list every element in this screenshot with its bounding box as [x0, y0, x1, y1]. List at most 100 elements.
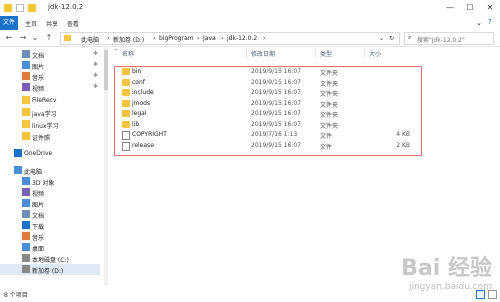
breadcrumb-separator: ›	[221, 35, 224, 42]
collapse-arrow-icon[interactable]: ^	[114, 49, 118, 55]
sidebar-item[interactable]: 本地磁盘 (C:)	[0, 253, 100, 264]
breadcrumb-bigprogram[interactable]: bigProgram	[159, 35, 194, 42]
document-icon	[22, 210, 30, 218]
sidebar-item[interactable]: 文档 ✱	[0, 49, 100, 60]
ribbon-expand-icon[interactable]: ⌄	[476, 19, 482, 27]
sidebar-item[interactable]: linux学习	[0, 119, 100, 130]
sidebar-item[interactable]: 图片	[0, 198, 100, 209]
item-count: 8 个项目	[4, 292, 28, 299]
help-icon[interactable]: ?	[488, 18, 492, 26]
folder-icon	[22, 132, 30, 140]
breadcrumb-jdk[interactable]: jdk-12.0.2	[227, 35, 257, 42]
sidebar-item-label: 桌面	[32, 246, 45, 253]
folder-icon	[22, 96, 30, 104]
forward-button[interactable]: →	[18, 33, 28, 43]
sidebar-item[interactable]: 3D 对象	[0, 176, 100, 187]
close-button[interactable]: ✕	[480, 0, 500, 16]
column-header-type[interactable]: 类型	[320, 49, 332, 58]
window-title: jdk-12.0.2	[48, 3, 84, 11]
breadcrumb-separator: ›	[197, 35, 200, 42]
breadcrumb-this-pc[interactable]: 此电脑	[81, 35, 99, 44]
explorer-icon	[4, 4, 12, 12]
pin-icon[interactable]: ✱	[93, 72, 98, 79]
sidebar-item[interactable]: 证件照	[0, 131, 100, 142]
sidebar-item[interactable]: 音乐	[0, 231, 100, 242]
column-header-size[interactable]: 大小	[369, 49, 381, 58]
folder-icon	[64, 35, 71, 41]
download-icon	[22, 221, 30, 229]
refresh-button[interactable]: ↻	[389, 35, 394, 42]
pin-icon[interactable]: ✱	[93, 61, 98, 68]
back-button[interactable]: ←	[4, 33, 14, 43]
video-icon	[22, 83, 30, 91]
folder-icon	[22, 120, 30, 128]
sidebar-item-label: 文档	[32, 53, 45, 60]
navigation-bar: ← → ⌄ ↑ 此电脑 › 新加卷 (D:) › bigProgram › Ja…	[0, 30, 500, 47]
sidebar-item[interactable]: 桌面	[0, 242, 100, 253]
drive-icon	[22, 254, 30, 262]
recent-locations-button[interactable]: ⌄	[30, 33, 40, 43]
breadcrumb-drive-d[interactable]: 新加卷 (D:)	[113, 35, 144, 44]
folder-icon	[22, 108, 30, 116]
pin-icon[interactable]: ✱	[93, 83, 98, 90]
minimize-button[interactable]: —	[440, 0, 460, 16]
sidebar-item-label: 音乐	[32, 235, 45, 242]
breadcrumb-separator: ›	[107, 35, 110, 42]
sidebar-item[interactable]: 文档	[0, 209, 100, 220]
desktop-icon	[22, 243, 30, 251]
column-divider[interactable]	[246, 48, 247, 58]
sidebar-item-label: 文档	[32, 213, 45, 220]
sidebar-item[interactable]: java学习	[0, 107, 100, 118]
pin-icon[interactable]: ✱	[93, 50, 98, 57]
tab-share[interactable]: 共享	[46, 19, 58, 28]
watermark-url: jingyan.baidu.com	[408, 282, 492, 292]
drive-icon	[22, 265, 30, 273]
breadcrumb-separator: ›	[153, 35, 156, 42]
new-folder-icon[interactable]	[28, 4, 36, 12]
sidebar-item-label: java学习	[32, 111, 57, 118]
breadcrumb-java[interactable]: Java	[203, 35, 216, 42]
search-placeholder: 搜索"jdk-12.0.2"	[417, 37, 465, 44]
sidebar-item[interactable]: 视频 ✱	[0, 82, 100, 93]
address-bar[interactable]: 此电脑 › 新加卷 (D:) › bigProgram › Java › jdk…	[60, 32, 400, 45]
sidebar-item-label: 视频	[32, 86, 45, 93]
tab-home[interactable]: 主页	[25, 19, 37, 28]
up-button[interactable]: ↑	[44, 33, 54, 43]
address-dropdown-icon[interactable]: ⌄	[379, 35, 384, 42]
sidebar-item[interactable]: FileRecv	[0, 95, 100, 106]
sidebar-item-label: 音乐	[32, 75, 45, 82]
sidebar-item-label: linux学习	[32, 123, 59, 130]
sidebar-scrollbar-thumb[interactable]	[104, 50, 108, 90]
sidebar-item[interactable]: 下载	[0, 220, 100, 231]
music-icon	[22, 232, 30, 240]
column-divider[interactable]	[364, 48, 365, 58]
search-icon: ⌕	[408, 34, 412, 41]
ribbon-tabs: 文件 主页 共享 查看 ⌄ ?	[0, 16, 500, 31]
sidebar-item-label: 视频	[32, 191, 45, 198]
sidebar-item-label: 3D 对象	[32, 180, 55, 187]
column-header-date[interactable]: 修改日期	[251, 49, 275, 58]
sidebar-item[interactable]: 新加卷 (D:)	[0, 264, 100, 275]
watermark-logo: Bai 经验 jingyan.baidu.com	[401, 250, 492, 292]
document-icon	[22, 50, 30, 58]
column-header-name[interactable]: 名称	[122, 49, 134, 58]
video-icon	[22, 188, 30, 196]
breadcrumb-separator: ›	[263, 35, 266, 42]
column-divider[interactable]	[315, 48, 316, 58]
computer-icon	[14, 166, 22, 174]
tab-view[interactable]: 查看	[67, 19, 79, 28]
search-input[interactable]: ⌕ 搜索"jdk-12.0.2"	[404, 32, 494, 45]
music-icon	[22, 72, 30, 80]
tab-file[interactable]: 文件	[0, 16, 18, 30]
sidebar-item[interactable]: 音乐 ✱	[0, 71, 100, 82]
sidebar-item[interactable]: 图片 ✱	[0, 60, 100, 71]
sidebar-item[interactable]: 此电脑	[0, 165, 100, 176]
sidebar-item-label: 图片	[32, 64, 45, 71]
sidebar-item-label: 证件照	[32, 135, 51, 142]
highlight-box	[114, 66, 422, 156]
maximize-button[interactable]: ☐	[460, 0, 480, 16]
sidebar-item[interactable]: OneDrive	[0, 148, 100, 159]
properties-icon[interactable]	[16, 4, 24, 12]
sidebar-item[interactable]: 视频	[0, 187, 100, 198]
sidebar-item-label: 新加卷 (D:)	[32, 268, 64, 275]
